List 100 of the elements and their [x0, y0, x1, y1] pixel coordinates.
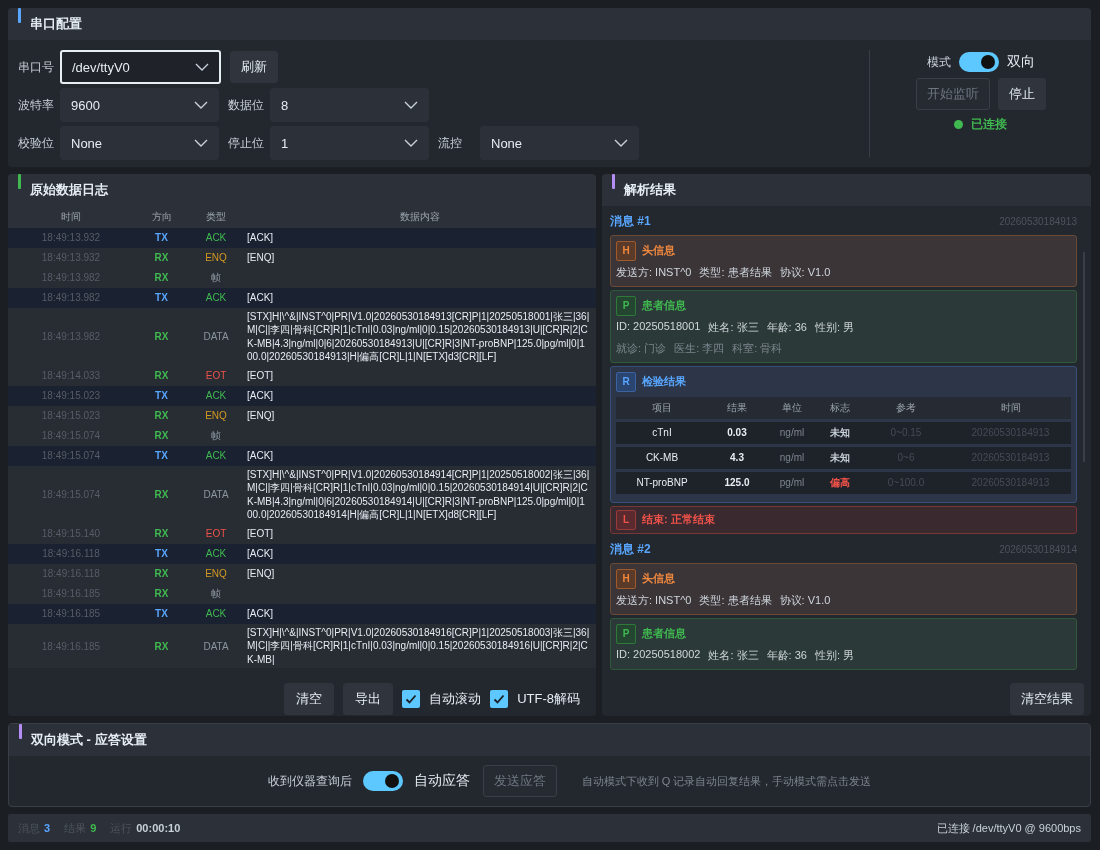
- direction-cell-text: TX: [154, 608, 169, 620]
- time-cell-text: 18:49:16.185: [40, 608, 102, 620]
- auto-reply-toggle[interactable]: [362, 771, 403, 792]
- segment-field: 发送方: INST^0: [616, 264, 692, 280]
- type-cell-text: 帧: [210, 270, 222, 285]
- segment-badge: H: [616, 568, 636, 589]
- mode-toggle[interactable]: [958, 52, 999, 72]
- type-cell-text: ENQ: [204, 252, 228, 264]
- column-header: 结果: [726, 400, 748, 415]
- content-cell-text: [ACK]: [246, 291, 275, 306]
- hint-text: 自动模式下收到 Q 记录自动回复结果，手动模式需点击发送: [581, 773, 872, 789]
- time-cell-text: 18:49:13.932: [40, 232, 102, 244]
- segment-field: 性别: 男: [814, 319, 855, 335]
- segment-field: 性别: 男: [814, 647, 855, 663]
- table-cell-text: 125.0: [723, 477, 751, 489]
- content-cell-text: [EOT]: [246, 527, 275, 542]
- type-cell-text: EOT: [204, 528, 228, 540]
- stop-button[interactable]: 停止: [997, 78, 1046, 110]
- checkbox[interactable]: [490, 690, 509, 709]
- panel-title: 解析结果: [624, 180, 676, 199]
- dropdown-select[interactable]: 1: [270, 126, 429, 160]
- type-cell-text: DATA: [202, 331, 230, 343]
- table-cell-text: ng/ml: [778, 427, 806, 439]
- column-header: 数据内容: [398, 209, 441, 224]
- segment-field: 协议: V1.0: [779, 592, 831, 608]
- mode-value: 双向: [1006, 53, 1035, 71]
- direction-cell-text: RX: [153, 588, 170, 600]
- segment-field: 年龄: 36: [766, 647, 807, 663]
- column-header: 项目: [651, 400, 673, 415]
- table-cell-text: 0.03: [726, 427, 748, 439]
- segment-field: 年龄: 36: [766, 319, 807, 335]
- status-value: 9: [90, 822, 97, 834]
- segment-field: 发送方: INST^0: [616, 592, 692, 608]
- content-cell-text: [ENQ]: [246, 567, 276, 582]
- content-cell-text: [ACK]: [246, 389, 275, 404]
- time-cell-text: 18:49:15.074: [40, 450, 102, 462]
- check-icon: [492, 692, 507, 707]
- direction-cell-text: RX: [153, 430, 170, 442]
- dropdown-select[interactable]: 9600: [60, 88, 219, 122]
- type-cell-text: DATA: [202, 489, 230, 501]
- table-cell-text: NT-proBNP: [635, 477, 689, 489]
- segment-badge: P: [616, 295, 636, 316]
- dropdown-select[interactable]: None: [60, 126, 219, 160]
- direction-cell-text: RX: [153, 528, 170, 540]
- direction-cell-text: RX: [153, 331, 170, 343]
- direction-cell-text: RX: [153, 489, 170, 501]
- segment-title: 结束: 正常结束: [642, 512, 715, 528]
- content-cell-text: [ENQ]: [246, 409, 276, 424]
- column-header: 时间: [999, 400, 1022, 415]
- log-button[interactable]: 清空: [284, 683, 335, 716]
- chevron-icon: [614, 139, 628, 147]
- content-cell-text: [EOT]: [246, 369, 275, 384]
- time-cell-text: 18:49:16.118: [41, 548, 101, 560]
- chevron-icon: [404, 139, 418, 147]
- content-cell-text: [ENQ]: [246, 251, 276, 266]
- direction-cell-text: RX: [153, 568, 170, 580]
- chevron-icon: [194, 101, 208, 109]
- panel-title: 串口配置: [30, 15, 82, 33]
- type-cell-text: EOT: [204, 370, 228, 382]
- column-header: 类型: [205, 209, 227, 224]
- content-cell-text: [STX]H|\^&|INST^0|PR|V1.0|20260530184913[CR]P|1|20250518001|张三|36|M|C||李四|骨科[CR]R|1|cTnI|0.03|ng/ml|0|0.15|20260530184913|U|[CR]R|2|CK-MB|4.3|ng/ml|0|6|20260530184913|U|[CR]R|3|NT-proBNP|125.0|pg/ml|0|100.0|20260530184913|H|偏高[CR]L|1|N[ETX]d3[CR][LF]: [246, 309, 591, 365]
- segment-field: 类型: 患者结果: [699, 264, 772, 280]
- flag-cell-text: 未知: [829, 425, 851, 440]
- message-title: 消息 #1: [610, 213, 651, 231]
- column-header: 时间: [60, 209, 82, 224]
- auto-reply-label: 自动应答: [413, 772, 470, 791]
- segment-title: 患者信息: [642, 298, 686, 314]
- segment-field: 类型: 患者结果: [699, 592, 772, 608]
- flag-cell-text: 偏高: [829, 475, 851, 490]
- table-cell-text: ng/ml: [778, 452, 806, 464]
- column-header: 单位: [781, 400, 803, 415]
- panel-title: 原始数据日志: [30, 180, 108, 199]
- segment-field: 协议: V1.0: [779, 264, 831, 280]
- connection-status: 已连接: [971, 116, 1007, 133]
- check-icon: [404, 692, 419, 707]
- type-cell-text: DATA: [202, 640, 230, 652]
- refresh-button[interactable]: 刷新: [230, 51, 278, 83]
- direction-cell-text: TX: [154, 232, 169, 244]
- direction-cell-text: RX: [153, 410, 170, 422]
- column-header: 标志: [829, 400, 851, 415]
- column-header: 方向: [150, 209, 173, 224]
- segment-field: ID: 20250518002: [616, 647, 701, 663]
- content-cell-text: [ACK]: [246, 547, 275, 562]
- port-select[interactable]: /dev/ttyV0: [60, 50, 221, 84]
- log-button[interactable]: 导出: [343, 683, 394, 716]
- direction-cell-text: TX: [154, 390, 169, 402]
- content-cell-text: [ACK]: [246, 449, 275, 464]
- segment-field: 医生: 李四: [674, 340, 725, 356]
- chevron-icon: [194, 139, 208, 147]
- dropdown-select[interactable]: None: [480, 126, 639, 160]
- content-cell-text: [STX]H|\^&|INST^0|PR|V1.0|20260530184914[CR]P|1|20250518002|张三|36|M|C||李四|骨科[CR]R|1|cTnI|0.03|ng/ml|0|0.15|20260530184914|U|[CR]R|2|CK-MB|4.3|ng/ml|0|6|20260530184914|U|[CR]R|3|NT-proBNP|125.0|pg/ml|0|100.0|20260530184914|H|偏高[CR]L|1|N[ETX]d8[CR][LF]: [246, 467, 591, 523]
- message-title: 消息 #2: [610, 541, 651, 559]
- type-cell-text: ENQ: [204, 410, 228, 422]
- type-cell-text: ACK: [204, 292, 228, 304]
- segment-field: 姓名: 张三: [708, 319, 759, 335]
- clear-results-button[interactable]: 清空结果: [1010, 683, 1084, 716]
- checkbox-label: 自动滚动: [429, 690, 482, 709]
- time-cell-text: 18:49:15.023: [40, 390, 102, 402]
- dropdown-select[interactable]: 8: [270, 88, 429, 122]
- checkbox[interactable]: [402, 690, 421, 709]
